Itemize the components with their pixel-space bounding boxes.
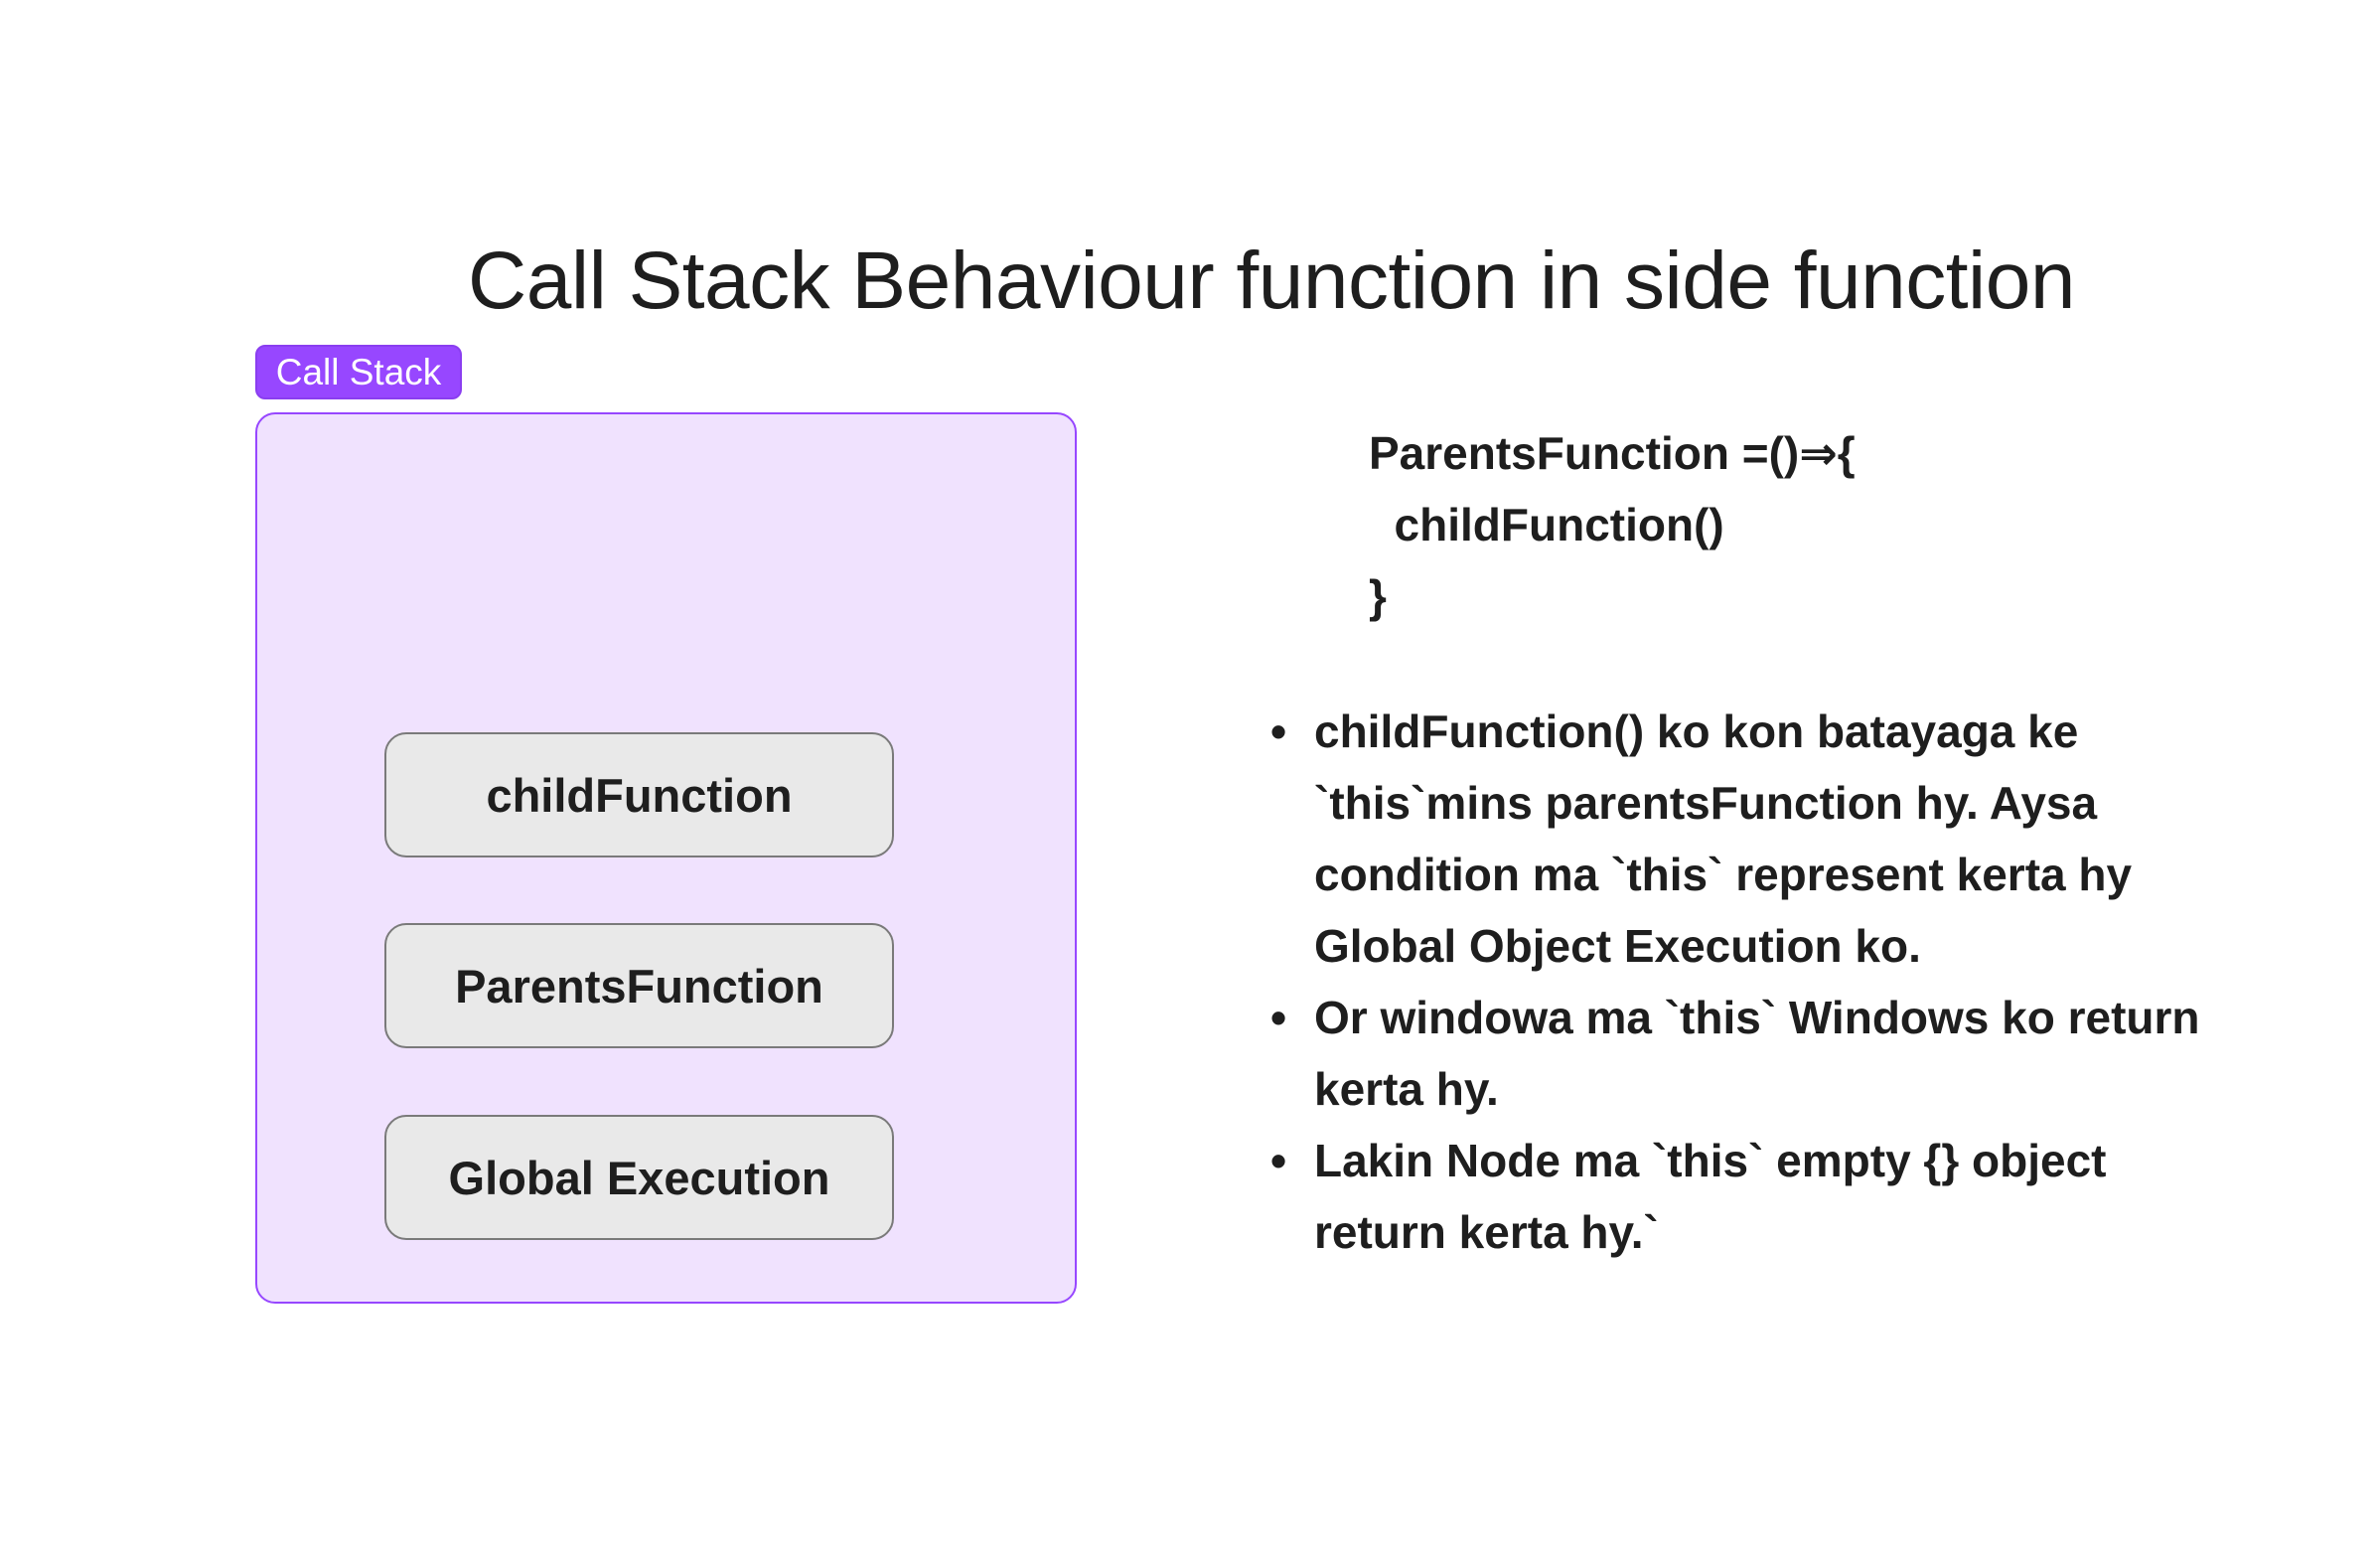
code-line: } — [1369, 570, 1387, 622]
call-stack-section[interactable]: childFunction ParentsFunction Global Exe… — [255, 412, 1077, 1304]
diagram-title: Call Stack Behaviour function in side fu… — [468, 235, 2075, 326]
bullet-icon: • — [1270, 992, 1287, 1043]
section-label[interactable]: Call Stack — [255, 345, 462, 399]
code-line: ParentsFunction =()⇒{ — [1369, 427, 1856, 479]
note-text: Lakin Node ma `this` empty {} object ret… — [1314, 1135, 2107, 1258]
stack-frame-parents-function[interactable]: ParentsFunction — [384, 923, 894, 1048]
note-text: Or windowa ma `this` Windows ko return k… — [1314, 992, 2200, 1115]
note-item: • childFunction() ko kon batayaga ke `thi… — [1270, 696, 2208, 982]
bullet-icon: • — [1270, 705, 1287, 757]
note-item: • Or windowa ma `this` Windows ko return … — [1270, 982, 2208, 1125]
stack-frame-global-execution[interactable]: Global Execution — [384, 1115, 894, 1240]
code-line: childFunction() — [1369, 499, 1724, 550]
note-text: childFunction() ko kon batayaga ke `this… — [1314, 705, 2133, 972]
note-item: • Lakin Node ma `this` empty {} object re… — [1270, 1125, 2208, 1268]
code-snippet: ParentsFunction =()⇒{ childFunction()} — [1369, 417, 1856, 632]
stack-frame-child-function[interactable]: childFunction — [384, 732, 894, 857]
notes-list: • childFunction() ko kon batayaga ke `thi… — [1264, 696, 2208, 1268]
bullet-icon: • — [1270, 1135, 1287, 1186]
